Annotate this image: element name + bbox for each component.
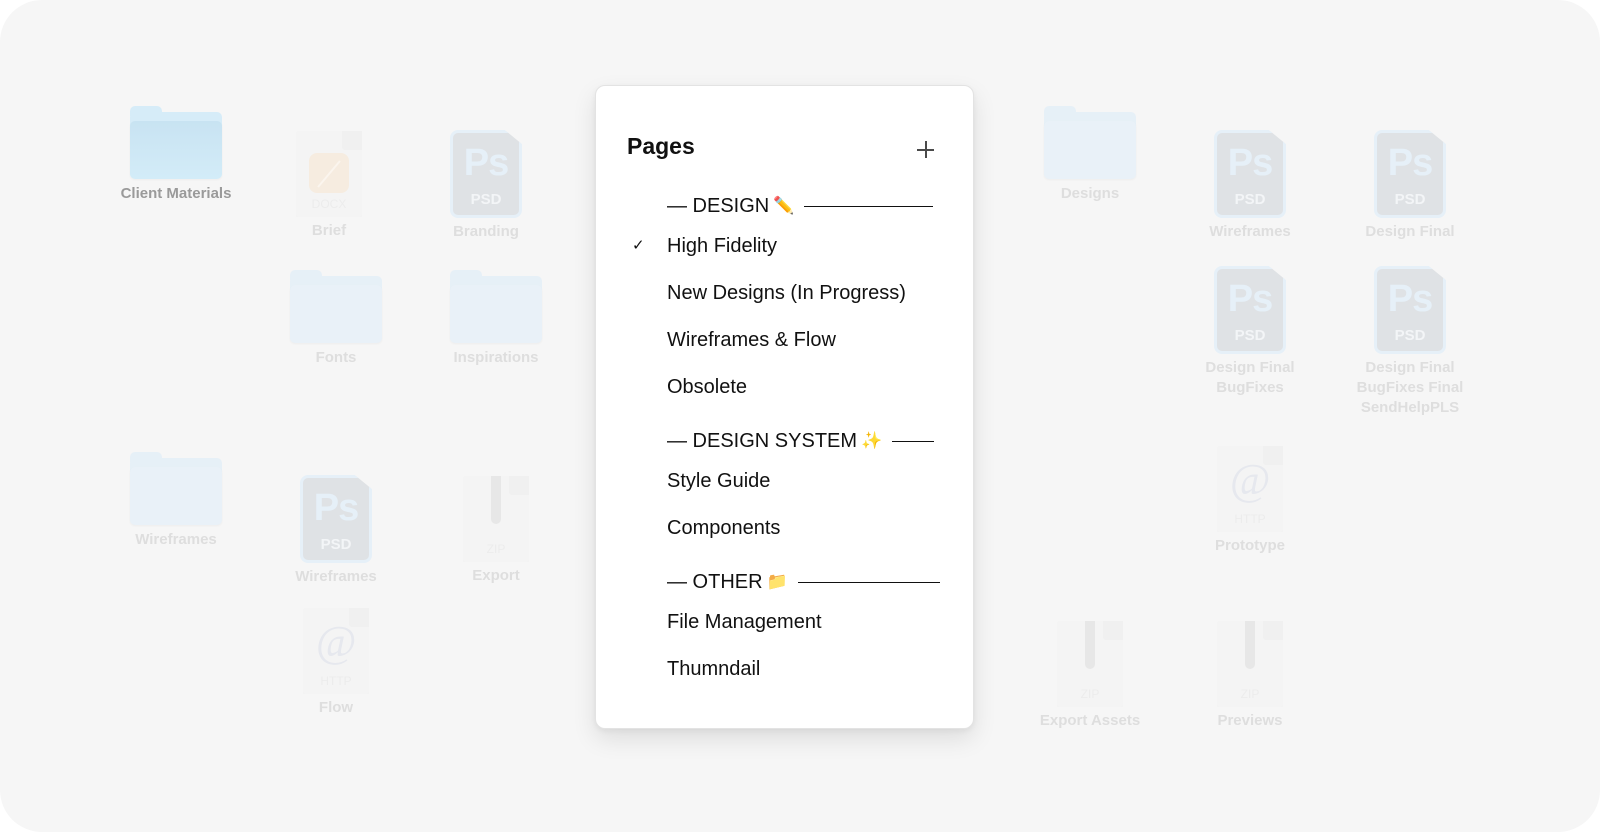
file-label: Previews xyxy=(1217,712,1283,729)
docx-file-icon: DOCX xyxy=(296,131,362,217)
desktop-canvas: Client Materials DOCX Brief Ps PSD Brandi… xyxy=(0,0,1600,832)
file-label: Design Final BugFixes xyxy=(1205,359,1295,396)
page-item-thumbnail[interactable]: Thumndail xyxy=(596,652,973,699)
file-label: Export Assets xyxy=(1039,712,1141,729)
file-item-wireframes-psd-2[interactable]: Ps PSD Wireframes xyxy=(1170,130,1330,242)
page-label: New Designs (In Progress) xyxy=(667,282,906,304)
page-item-wireframes-flow[interactable]: Wireframes & Flow xyxy=(596,323,973,370)
zip-file-icon: ZIP xyxy=(1217,621,1283,707)
pages-title: Pages xyxy=(627,133,695,159)
psd-file-icon: Ps PSD xyxy=(1374,130,1446,218)
psd-file-icon: Ps PSD xyxy=(1374,266,1446,354)
file-item-design-final[interactable]: Ps PSD Design Final xyxy=(1330,130,1490,242)
add-page-button[interactable] xyxy=(914,138,938,162)
folder-icon xyxy=(450,270,542,344)
file-label: Prototype xyxy=(1214,537,1285,554)
file-label: Fonts xyxy=(315,349,357,366)
psd-file-icon: Ps PSD xyxy=(300,475,372,563)
file-label: Client Materials xyxy=(120,185,232,202)
pages-popup: Pages — DESIGN ✏️ ✓ High Fidelity New De… xyxy=(595,85,974,729)
divider-line xyxy=(892,440,934,443)
http-file-icon: @ HTTP xyxy=(1217,446,1283,532)
zip-file-icon: ZIP xyxy=(463,476,529,562)
page-item-style-guide[interactable]: Style Guide xyxy=(596,464,973,511)
folder-icon xyxy=(290,270,382,344)
page-label: Wireframes & Flow xyxy=(667,329,836,351)
file-item-flow[interactable]: @ HTTP Flow xyxy=(256,608,416,718)
file-label: Wireframes xyxy=(295,568,377,585)
file-item-inspirations[interactable]: Inspirations xyxy=(416,270,576,368)
page-label: Components xyxy=(667,517,781,539)
file-item-wireframes-folder[interactable]: Wireframes xyxy=(96,452,256,550)
file-item-fonts[interactable]: Fonts xyxy=(256,270,416,368)
page-label: Obsolete xyxy=(667,376,748,398)
page-label: Thumndail xyxy=(667,658,761,680)
psd-file-icon: Ps PSD xyxy=(450,130,522,218)
sparkles-icon: ✨ xyxy=(861,430,883,450)
page-item-high-fidelity[interactable]: ✓ High Fidelity xyxy=(596,229,973,276)
section-label: — DESIGN SYSTEM xyxy=(667,429,858,452)
page-item-obsolete[interactable]: Obsolete xyxy=(596,370,973,417)
page-label: File Management xyxy=(667,611,822,633)
file-label: Design Final BugFixes Final SendHelpPLS xyxy=(1356,359,1464,416)
file-label: Wireframes xyxy=(1209,223,1291,240)
divider-line xyxy=(804,205,933,208)
folder-icon xyxy=(130,106,222,180)
section-label: — DESIGN xyxy=(667,194,770,217)
section-divider-other: — OTHER 📁 xyxy=(596,558,973,605)
file-label: Wireframes xyxy=(135,531,217,548)
file-item-prototype[interactable]: @ HTTP Prototype xyxy=(1170,446,1330,556)
page-label: Style Guide xyxy=(667,470,771,492)
psd-file-icon: Ps PSD xyxy=(1214,130,1286,218)
file-item-branding[interactable]: Ps PSD Branding xyxy=(406,130,566,242)
page-item-file-management[interactable]: File Management xyxy=(596,605,973,652)
file-label: Flow xyxy=(318,699,354,716)
file-item-client-materials[interactable]: Client Materials xyxy=(96,106,256,204)
section-divider-design: — DESIGN ✏️ xyxy=(596,182,973,229)
page-label: High Fidelity xyxy=(667,235,778,257)
divider-line xyxy=(797,581,940,584)
file-item-export-assets[interactable]: ZIP Export Assets xyxy=(1010,621,1170,731)
http-file-icon: @ HTTP xyxy=(303,608,369,694)
file-label: Design Final xyxy=(1365,223,1455,240)
zip-file-icon: ZIP xyxy=(1057,621,1123,707)
pencil-icon: ✏️ xyxy=(773,195,795,215)
file-label: Designs xyxy=(1060,185,1120,202)
file-item-wireframes-psd[interactable]: Ps PSD Wireframes xyxy=(256,475,416,587)
file-item-brief[interactable]: DOCX Brief xyxy=(249,131,409,241)
file-label: Export xyxy=(472,567,520,584)
file-label: Brief xyxy=(311,222,347,239)
file-item-export[interactable]: ZIP Export xyxy=(416,476,576,586)
pages-list: — DESIGN ✏️ ✓ High Fidelity New Designs … xyxy=(596,182,973,699)
page-item-new-designs[interactable]: New Designs (In Progress) xyxy=(596,276,973,323)
page-item-components[interactable]: Components xyxy=(596,511,973,558)
section-divider-design-system: — DESIGN SYSTEM ✨ xyxy=(596,417,973,464)
file-item-previews[interactable]: ZIP Previews xyxy=(1170,621,1330,731)
file-item-designs[interactable]: Designs xyxy=(1010,106,1170,204)
file-item-design-final-bugfixes[interactable]: Ps PSD Design Final BugFixes xyxy=(1170,266,1330,398)
file-label: Inspirations xyxy=(453,349,539,366)
folder-icon xyxy=(1044,106,1136,180)
file-label: Branding xyxy=(453,223,519,240)
folder-icon: 📁 xyxy=(766,571,788,591)
file-item-design-final-bugfixes-final[interactable]: Ps PSD Design Final BugFixes Final SendHe… xyxy=(1330,266,1490,418)
checkmark-icon: ✓ xyxy=(632,237,645,254)
folder-icon xyxy=(130,452,222,526)
psd-file-icon: Ps PSD xyxy=(1214,266,1286,354)
section-label: — OTHER xyxy=(667,570,763,593)
